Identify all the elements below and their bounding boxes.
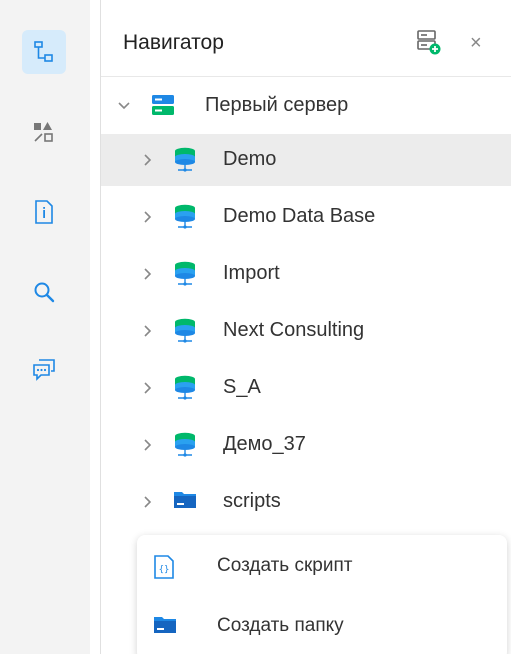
database-icon: [173, 147, 197, 173]
folder-icon: [154, 617, 176, 633]
info-document-icon: [35, 200, 53, 224]
panel-header: Навигатор ×: [101, 0, 511, 82]
search-icon: [34, 282, 55, 303]
tree-item-label: Demo: [223, 148, 277, 170]
chevron-right-icon[interactable]: [141, 210, 155, 224]
database-icon: [173, 375, 197, 401]
tree-item-label: Демо_37: [223, 433, 306, 455]
svg-text:{}: {}: [159, 565, 170, 575]
tree-item-label: Import: [223, 262, 280, 284]
chevron-right-icon[interactable]: [141, 267, 155, 281]
chat-tab-button[interactable]: [22, 348, 66, 392]
navigator-panel: Навигатор × Первый сервер Demo Demo Data …: [100, 0, 511, 654]
tree-item-label: S_A: [223, 376, 261, 398]
script-file-icon: {}: [154, 555, 174, 579]
chevron-right-icon[interactable]: [141, 438, 155, 452]
panel-title: Навигатор: [123, 31, 224, 54]
info-tab-button[interactable]: [22, 190, 66, 234]
tree-item[interactable]: Import: [101, 248, 511, 300]
create-folder-menu-item[interactable]: Создать папку: [137, 601, 507, 653]
search-tab-button[interactable]: [22, 270, 66, 314]
tree-item[interactable]: scripts: [101, 476, 511, 528]
tree-item-label: Demo Data Base: [223, 205, 376, 227]
database-icon: [173, 204, 197, 230]
tree-item[interactable]: Демо_37: [101, 419, 511, 471]
create-script-label: Создать скрипт: [217, 555, 353, 576]
context-menu: {} Создать скрипт Создать папку: [137, 535, 507, 654]
tree-item-label: Next Consulting: [223, 319, 365, 341]
chat-icon: [33, 359, 55, 381]
header-divider: [101, 76, 511, 77]
server-row[interactable]: Первый сервер: [101, 80, 511, 132]
shapes-tab-button[interactable]: [22, 110, 66, 154]
create-folder-label: Создать папку: [217, 615, 344, 636]
chevron-right-icon[interactable]: [141, 381, 155, 395]
server-icon: [152, 95, 174, 115]
tree-item[interactable]: Demo Data Base: [101, 191, 511, 243]
database-icon: [173, 318, 197, 344]
database-icon: [173, 432, 197, 458]
tree-item[interactable]: Next Consulting: [101, 305, 511, 357]
navigator-icon: [34, 41, 53, 62]
folder-icon: [173, 489, 197, 511]
shapes-icon: [34, 122, 53, 142]
close-icon[interactable]: ×: [470, 33, 482, 53]
chevron-right-icon[interactable]: [141, 495, 155, 509]
navigator-tab-button[interactable]: [22, 30, 66, 74]
create-script-menu-item[interactable]: {} Создать скрипт: [137, 541, 507, 593]
server-label: Первый сервер: [205, 94, 349, 116]
chevron-right-icon[interactable]: [141, 153, 155, 167]
chevron-right-icon[interactable]: [141, 324, 155, 338]
chevron-down-icon[interactable]: [117, 99, 131, 113]
activity-bar: [0, 0, 90, 654]
add-server-icon[interactable]: [417, 30, 441, 56]
tree-item-label: scripts: [223, 490, 281, 512]
tree-item[interactable]: Demo: [101, 134, 511, 186]
tree-item[interactable]: S_A: [101, 362, 511, 414]
database-icon: [173, 261, 197, 287]
